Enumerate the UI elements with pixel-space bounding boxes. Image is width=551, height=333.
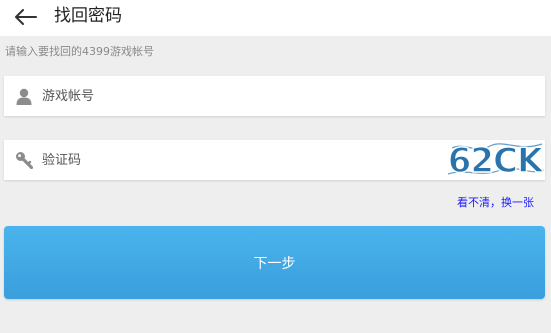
captcha-field[interactable]: 62CK bbox=[4, 140, 547, 182]
account-field[interactable] bbox=[4, 76, 545, 116]
page-title: 找回密码 bbox=[54, 6, 122, 26]
arrow-left-icon bbox=[15, 9, 37, 25]
refresh-captcha-link[interactable]: 看不清，换一张 bbox=[457, 196, 534, 210]
captcha-input[interactable] bbox=[42, 146, 422, 174]
next-step-button[interactable]: 下一步 bbox=[4, 226, 545, 299]
captcha-image[interactable]: 62CK bbox=[446, 140, 547, 182]
user-icon bbox=[14, 86, 34, 106]
key-icon bbox=[14, 150, 34, 170]
account-input[interactable] bbox=[42, 82, 422, 110]
top-bar: 找回密码 bbox=[0, 0, 551, 36]
back-button[interactable] bbox=[12, 4, 40, 30]
captcha-text: 62CK bbox=[448, 141, 545, 180]
instruction-text: 请输入要找回的4399游戏帐号 bbox=[5, 45, 154, 58]
